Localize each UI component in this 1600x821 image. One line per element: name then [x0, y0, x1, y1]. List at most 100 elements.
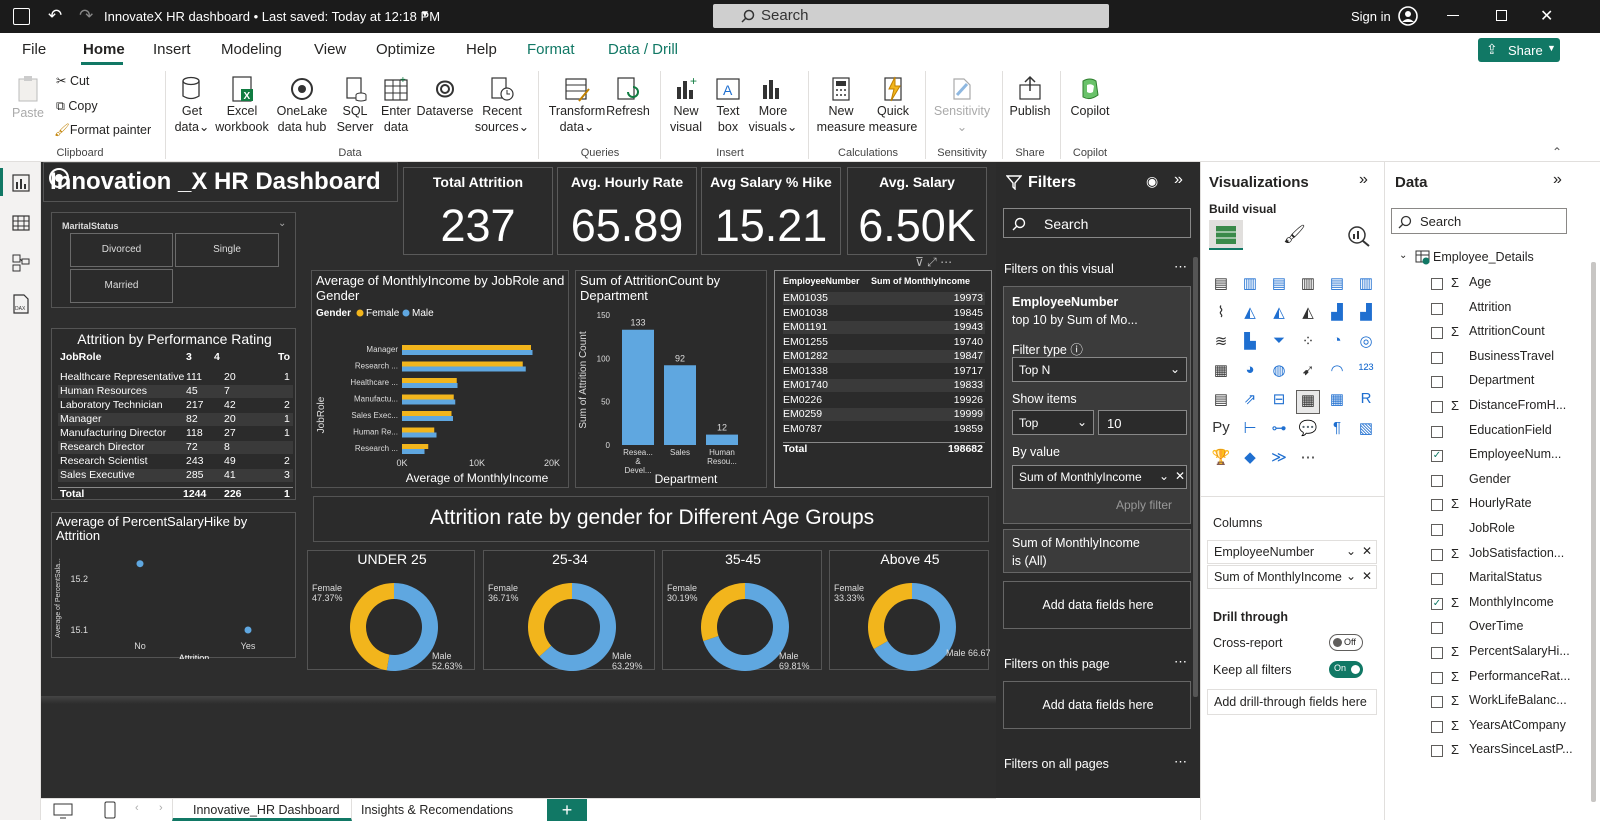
field-name[interactable]: MonthlyIncome	[1469, 595, 1554, 609]
pie-icon[interactable]: ◔	[1325, 332, 1349, 356]
line-clustered-icon[interactable]: ▟	[1354, 303, 1378, 327]
slicer-option-married[interactable]: Married	[70, 269, 173, 303]
field-checkbox[interactable]	[1431, 622, 1443, 635]
page-tab-insights[interactable]: Insights & Recomendations	[361, 803, 513, 817]
field-name[interactable]: WorkLifeBalanc...	[1469, 693, 1567, 707]
field-name[interactable]: EducationField	[1469, 423, 1552, 437]
qa-icon[interactable]: 💬	[1296, 419, 1320, 443]
tab-home[interactable]: Home	[83, 41, 125, 58]
treemap-icon[interactable]: ▦	[1209, 361, 1233, 385]
donut-chart-2[interactable]: 35-45 Female 30.19% Male 69.81%	[662, 550, 822, 671]
sql-server-button[interactable]: SQL Server	[336, 75, 374, 135]
map-icon[interactable]: ◕	[1238, 361, 1262, 385]
chevron-down-icon[interactable]: ▼	[420, 9, 430, 20]
field-checkbox[interactable]: ✓	[1431, 597, 1443, 610]
chevron-down-icon[interactable]: ⌄	[1399, 250, 1407, 261]
decomposition-icon[interactable]: ⊶	[1267, 419, 1291, 443]
collapse-pane-icon[interactable]: »	[1174, 171, 1183, 189]
by-value-field[interactable]: Sum of MonthlyIncome ⌄ ✕	[1012, 465, 1187, 489]
more-options-icon[interactable]: ⋯	[1174, 754, 1187, 770]
filters-search-input[interactable]: Search	[1003, 208, 1191, 238]
format-painter-button[interactable]: 🖌Format painter	[54, 122, 151, 138]
save-icon[interactable]	[13, 8, 30, 25]
focus-mode-icon[interactable]: ⤢	[927, 255, 937, 269]
analytics-icon[interactable]	[1347, 225, 1371, 247]
ribbon-icon[interactable]: ≋	[1209, 332, 1233, 356]
tab-format[interactable]: Format	[527, 41, 575, 58]
field-name[interactable]: MaritalStatus	[1469, 570, 1542, 584]
chevron-down-icon[interactable]: ⌄	[278, 218, 286, 229]
report-view-icon[interactable]	[12, 174, 30, 192]
sensitivity-button[interactable]: Sensitivity ⌄	[932, 75, 992, 135]
search-input[interactable]: Search	[713, 4, 1109, 28]
donut-chart-1[interactable]: 25-34 Female 36.71% Male 63.29%	[483, 550, 655, 671]
multirow-card-icon[interactable]: ▤	[1209, 390, 1233, 414]
line-icon[interactable]: ⌇	[1209, 303, 1233, 327]
field-name[interactable]: Department	[1469, 373, 1534, 387]
tab-insert[interactable]: Insert	[153, 41, 191, 58]
goals-icon[interactable]: 🏆	[1209, 448, 1233, 472]
table-name[interactable]: Employee_Details	[1433, 250, 1534, 264]
field-checkbox[interactable]	[1431, 524, 1443, 536]
new-visual-button[interactable]: + New visual	[664, 75, 708, 135]
100-column-icon[interactable]: ▥	[1354, 274, 1378, 298]
slicer-option-divorced[interactable]: Divorced	[70, 233, 173, 267]
mobile-layout-icon[interactable]	[103, 801, 117, 819]
100-area-icon[interactable]: ◭	[1296, 303, 1320, 327]
more-options-icon[interactable]: ⋯	[940, 255, 952, 269]
cut-button[interactable]: ✂ Cut	[56, 73, 89, 89]
slicer-icon[interactable]: ⊟	[1267, 390, 1291, 414]
add-data-fields-page[interactable]: Add data fields here	[1003, 681, 1191, 729]
field-name[interactable]: PercentSalaryHi...	[1469, 644, 1570, 658]
tab-data-drill[interactable]: Data / Drill	[608, 41, 678, 58]
paste-button[interactable]: Paste	[10, 75, 46, 121]
undo-icon[interactable]: ↶	[48, 6, 62, 26]
close-button[interactable]: ✕	[1540, 6, 1553, 26]
income-by-jobrole-chart[interactable]: Average of MonthlyIncome by JobRole and …	[311, 270, 569, 488]
stacked-area-icon[interactable]: ◭	[1267, 303, 1291, 327]
keep-all-filters-toggle[interactable]: On	[1329, 661, 1363, 678]
funnel-icon[interactable]: ⏷	[1267, 332, 1291, 356]
refresh-button[interactable]: Refresh	[606, 75, 650, 119]
add-page-button[interactable]: +	[547, 799, 587, 821]
format-visual-icon[interactable]: 🖌	[1283, 224, 1306, 245]
kpi-avg-salary[interactable]: Avg. Salary 6.50K	[847, 167, 987, 255]
chevron-down-icon[interactable]: ⌄	[1159, 469, 1169, 483]
transform-data-button[interactable]: Transform data⌄	[546, 75, 608, 135]
field-checkbox[interactable]	[1431, 474, 1443, 487]
filter-card-monthly-income[interactable]: Sum of MonthlyIncome is (All)	[1003, 529, 1191, 573]
python-icon[interactable]: Py	[1209, 419, 1233, 443]
field-name[interactable]: JobSatisfaction...	[1469, 546, 1564, 560]
tab-file[interactable]: File	[22, 41, 46, 58]
prev-page-icon[interactable]: ‹	[135, 802, 139, 814]
field-checkbox[interactable]	[1431, 745, 1443, 758]
add-data-fields-visual[interactable]: Add data fields here	[1003, 581, 1191, 629]
field-checkbox[interactable]	[1431, 278, 1443, 290]
column-well-monthly-income[interactable]: Sum of MonthlyIncome ⌄ ✕	[1207, 565, 1377, 589]
text-box-button[interactable]: A Text box	[708, 75, 748, 135]
employee-income-table[interactable]: ⊽ ⤢ ⋯ EmployeeNumber Sum of MonthlyIncom…	[774, 255, 992, 488]
copilot-button[interactable]: Copilot	[1066, 75, 1114, 119]
field-checkbox[interactable]	[1431, 401, 1443, 413]
onelake-button[interactable]: OneLake data hub	[270, 75, 334, 135]
r-visual-icon[interactable]: R	[1354, 390, 1378, 414]
get-data-button[interactable]: Get data⌄	[170, 75, 214, 135]
field-name[interactable]: YearsSinceLastP...	[1469, 742, 1573, 756]
field-checkbox[interactable]	[1431, 302, 1443, 315]
collapse-pane-icon[interactable]: »	[1359, 171, 1368, 189]
donut-icon[interactable]: ◎	[1354, 332, 1378, 356]
next-page-icon[interactable]: ›	[159, 802, 163, 814]
new-measure-button[interactable]: New measure	[814, 75, 868, 135]
field-name[interactable]: AttritionCount	[1469, 324, 1545, 338]
add-drill-through-fields[interactable]: Add drill-through fields here	[1207, 689, 1377, 715]
100-bar-icon[interactable]: ▤	[1325, 274, 1349, 298]
recent-sources-button[interactable]: Recent sources⌄	[474, 75, 530, 135]
salary-hike-by-attrition-chart[interactable]: Average of PercentSalaryHike by Attritio…	[51, 512, 296, 659]
chevron-down-icon[interactable]: ⌄	[1346, 544, 1356, 558]
table-view-icon[interactable]	[12, 214, 30, 232]
quick-measure-button[interactable]: Quick measure	[866, 75, 920, 135]
waterfall-icon[interactable]: ▙	[1238, 332, 1262, 356]
cross-report-toggle[interactable]: Off	[1329, 634, 1363, 651]
azure-map-icon[interactable]: ➹	[1296, 361, 1320, 385]
donut-chart-0[interactable]: UNDER 25 Female 47.37% Male 52.63%	[307, 550, 475, 671]
